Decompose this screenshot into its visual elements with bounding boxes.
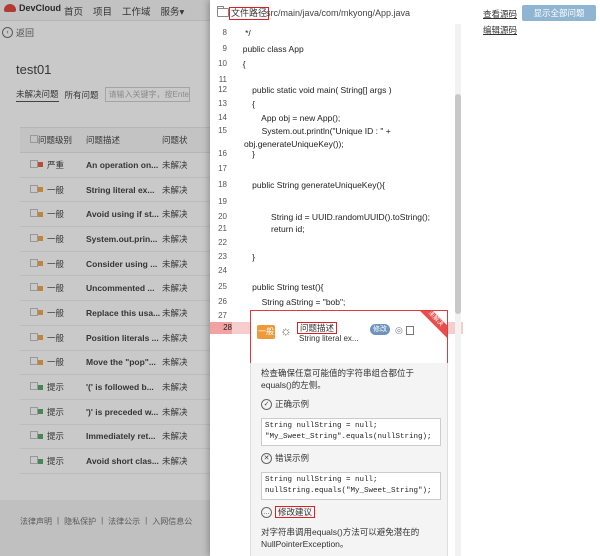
code-line: 21 return id; (210, 223, 463, 235)
code-line: 24 (210, 265, 463, 277)
drawer-header: 文件路径 src/main/java/com/mkyong/App.java 查… (210, 0, 600, 24)
fix-advice-header: … 修改建议 (261, 506, 316, 518)
code-line: 18 public String generateUniqueKey(){ (210, 179, 463, 191)
wrong-example-code: String nullString = null; nullString.equ… (261, 472, 441, 500)
code-line: 20 String id = UUID.randomUUID().toStrin… (210, 211, 463, 223)
code-line: 12 public static void main( String[] arg… (210, 84, 463, 96)
modal-overlay[interactable] (0, 0, 210, 556)
code-text: */ (238, 28, 251, 38)
code-text: System.out.println("Unique ID : " + (238, 126, 391, 136)
line-number: 8 (222, 28, 227, 37)
code-line: 23 } (210, 251, 463, 263)
code-line: 16 } (210, 148, 463, 160)
issue-detail-drawer: 文件路径 src/main/java/com/mkyong/App.java 查… (210, 0, 600, 556)
line-number: 9 (222, 44, 227, 53)
issue-title: 问题描述 (297, 322, 338, 334)
file-path-label: 文件路径 (229, 7, 270, 20)
check-circle-icon: ✓ (261, 398, 272, 410)
line-number: 25 (218, 282, 227, 291)
line-number: 15 (218, 126, 227, 135)
document-icon[interactable] (406, 326, 414, 335)
code-line: 26 String aString = "bob"; (210, 296, 463, 308)
code-text: String id = UUID.randomUUID().toString()… (238, 212, 431, 222)
wrong-example-label: 错误示例 (275, 453, 310, 463)
scrollbar-thumb[interactable] (455, 94, 461, 314)
code-line: 8 */ (210, 27, 463, 39)
fix-advice-label: 修改建议 (275, 506, 316, 518)
code-text: { (238, 99, 256, 109)
code-text: return id; (238, 224, 305, 234)
line-number: 28 (210, 322, 232, 334)
x-circle-icon: ✕ (261, 452, 272, 464)
line-number: 19 (218, 197, 227, 206)
code-line: 19 (210, 196, 463, 208)
code-text: } (238, 149, 256, 159)
code-line: 22 (210, 237, 463, 249)
line-number: 13 (218, 99, 227, 108)
code-line: 9 public class App (210, 43, 463, 55)
line-number: 18 (218, 180, 227, 189)
issue-card: 未解决 一般 ☼ 问题描述 String literal ex... 修改 ◎ (250, 310, 448, 365)
code-text: public class App (238, 44, 304, 54)
edit-source-link[interactable]: 编辑源码 (483, 24, 517, 36)
fix-advice-text: 对字符串调用equals()方法可以避免潜在的NullPointerExcept… (261, 527, 420, 549)
line-number: 14 (218, 113, 227, 122)
correct-example-label: 正确示例 (275, 399, 310, 409)
line-number: 26 (218, 297, 227, 306)
line-number: 20 (218, 212, 227, 221)
line-number: 27 (218, 311, 227, 320)
code-text: public String generateUniqueKey(){ (238, 180, 385, 190)
severity-badge: 一般 (257, 325, 275, 339)
code-text: public static void main( String[] args ) (238, 85, 392, 95)
correct-example-header: ✓ 正确示例 (261, 398, 309, 410)
view-source-link[interactable]: 查看源码 (483, 8, 517, 20)
code-line: 13 { (210, 98, 463, 110)
code-text: App obj = new App(); (238, 113, 341, 123)
eye-off-icon[interactable]: ◎ (395, 325, 403, 336)
code-text: { (238, 59, 246, 69)
more-circle-icon: … (261, 506, 272, 518)
issue-details: 检查确保任意可能值的字符串组合都位于equals()的左侧。 ✓ 正确示例 St… (250, 363, 448, 556)
folder-icon (217, 6, 229, 17)
issue-description: 检查确保任意可能值的字符串组合都位于equals()的左侧。 (261, 368, 415, 390)
file-path: src/main/java/com/mkyong/App.java (266, 8, 411, 18)
code-line: 15 System.out.println("Unique ID : " + (210, 125, 463, 137)
line-number: 24 (218, 266, 227, 275)
wrong-example-header: ✕ 错误示例 (261, 452, 309, 464)
line-number: 21 (218, 224, 227, 233)
status-ribbon: 未解决 (413, 311, 447, 342)
code-line: 17 (210, 163, 463, 175)
code-line: 14 App obj = new App(); (210, 112, 463, 124)
code-text: String aString = "bob"; (238, 297, 346, 307)
code-line: 25 public String test(){ (210, 281, 463, 293)
code-line: 10 { (210, 58, 463, 70)
code-text: } (238, 252, 256, 262)
line-number: 17 (218, 164, 227, 173)
line-number: 12 (218, 85, 227, 94)
line-number: 22 (218, 238, 227, 247)
code-scrollbar[interactable] (455, 24, 461, 556)
line-number: 16 (218, 149, 227, 158)
correct-example-code: String nullString = null; "My_Sweet_Stri… (261, 418, 441, 446)
code-text: public String test(){ (238, 282, 324, 292)
show-all-issues-button[interactable]: 显示全部问题 (522, 5, 596, 21)
bug-icon: ☼ (280, 323, 292, 338)
fix-button[interactable]: 修改 (370, 324, 390, 335)
line-number: 23 (218, 252, 227, 261)
issue-summary: String literal ex... (299, 334, 359, 343)
line-number: 10 (218, 59, 227, 68)
